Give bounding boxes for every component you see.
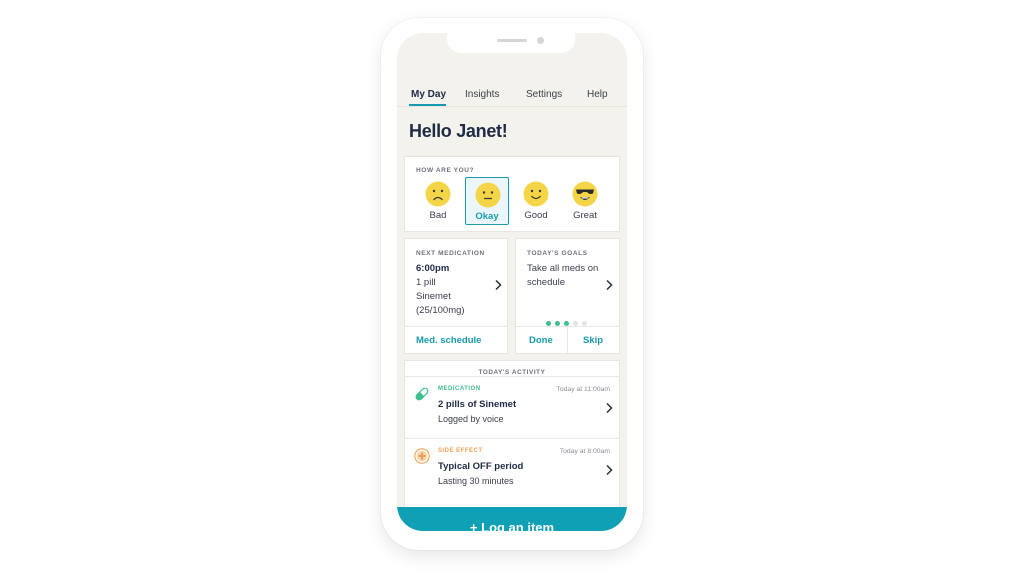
- activity-subtitle: Lasting 30 minutes: [438, 476, 514, 486]
- mood-option-good[interactable]: Good: [514, 177, 558, 225]
- phone-notch: [447, 33, 575, 53]
- medication-strength: (25/100mg): [416, 305, 465, 316]
- activity-item-medication[interactable]: MEDICATION Today at 11:00am 2 pills of S…: [405, 377, 619, 437]
- footer-divider: [567, 327, 568, 353]
- activity-time: Today at 8:00am: [559, 448, 610, 455]
- chevron-right-icon[interactable]: [604, 402, 614, 414]
- medication-card-footer: Med. schedule: [405, 326, 507, 353]
- chevron-right-icon[interactable]: [604, 464, 614, 476]
- speaker-icon: [497, 39, 527, 42]
- tab-my-day[interactable]: My Day: [411, 89, 446, 100]
- smile-face-icon: [523, 181, 549, 207]
- plus-circle-icon: [414, 448, 430, 464]
- phone-frame: My Day Insights Settings Help Hello Jane…: [381, 18, 643, 550]
- done-button[interactable]: Done: [529, 335, 553, 346]
- mood-label: Bad: [429, 210, 447, 221]
- goal-text: Take all meds on schedule: [527, 263, 599, 288]
- mood-option-great[interactable]: Great: [563, 177, 607, 225]
- top-nav: My Day Insights Settings Help: [397, 73, 627, 107]
- pill-icon: [415, 387, 429, 401]
- activity-time: Today at 11:00am: [556, 386, 610, 393]
- active-tab-indicator: [409, 104, 446, 106]
- page-title: Hello Janet!: [409, 121, 508, 141]
- camera-icon: [537, 37, 544, 44]
- med-schedule-link[interactable]: Med. schedule: [416, 335, 481, 346]
- activity-category: SIDE EFFECT: [438, 448, 483, 454]
- mood-card: HOW ARE YOU? Bad Okay Good Great: [404, 156, 620, 232]
- next-medication-card[interactable]: NEXT MEDICATION 6:00pm 1 pill Sinemet (2…: [404, 238, 508, 354]
- sunglasses-face-icon: [572, 181, 598, 207]
- mood-label: Good: [524, 210, 548, 221]
- activity-subtitle: Logged by voice: [438, 414, 504, 424]
- medication-time: 6:00pm: [416, 263, 450, 274]
- mood-option-okay[interactable]: Okay: [465, 177, 509, 225]
- app-screen: My Day Insights Settings Help Hello Jane…: [397, 33, 627, 531]
- next-medication-heading: NEXT MEDICATION: [416, 250, 485, 257]
- todays-goals-card[interactable]: TODAY'S GOALS Take all meds on schedule …: [515, 238, 620, 354]
- tab-help[interactable]: Help: [587, 89, 608, 100]
- tab-settings[interactable]: Settings: [526, 89, 562, 100]
- medication-name: Sinemet: [416, 291, 451, 302]
- todays-activity-card: TODAY'S ACTIVITY MEDICATION Today at 11:…: [404, 360, 620, 520]
- neutral-face-icon: [475, 182, 501, 208]
- activity-header: TODAY'S ACTIVITY: [405, 361, 619, 377]
- activity-heading: TODAY'S ACTIVITY: [478, 369, 546, 376]
- activity-title: 2 pills of Sinemet: [438, 399, 517, 410]
- activity-category: MEDICATION: [438, 386, 481, 392]
- medication-details: 6:00pm 1 pill Sinemet (25/100mg): [416, 262, 465, 318]
- chevron-right-icon[interactable]: [493, 279, 503, 291]
- goals-heading: TODAY'S GOALS: [527, 250, 588, 257]
- skip-button[interactable]: Skip: [583, 335, 603, 346]
- mood-label: Great: [573, 210, 597, 221]
- goals-card-footer: Done Skip: [516, 326, 619, 353]
- log-item-button[interactable]: + Log an item: [397, 507, 627, 531]
- mood-option-bad[interactable]: Bad: [416, 177, 460, 225]
- mood-heading: HOW ARE YOU?: [416, 167, 475, 174]
- mood-label: Okay: [475, 211, 499, 222]
- medication-dose: 1 pill: [416, 277, 436, 288]
- chevron-right-icon[interactable]: [604, 279, 614, 291]
- activity-title: Typical OFF period: [438, 461, 524, 472]
- activity-item-side-effect[interactable]: SIDE EFFECT Today at 8:00am Typical OFF …: [405, 438, 619, 498]
- sad-face-icon: [425, 181, 451, 207]
- tab-insights[interactable]: Insights: [465, 89, 499, 100]
